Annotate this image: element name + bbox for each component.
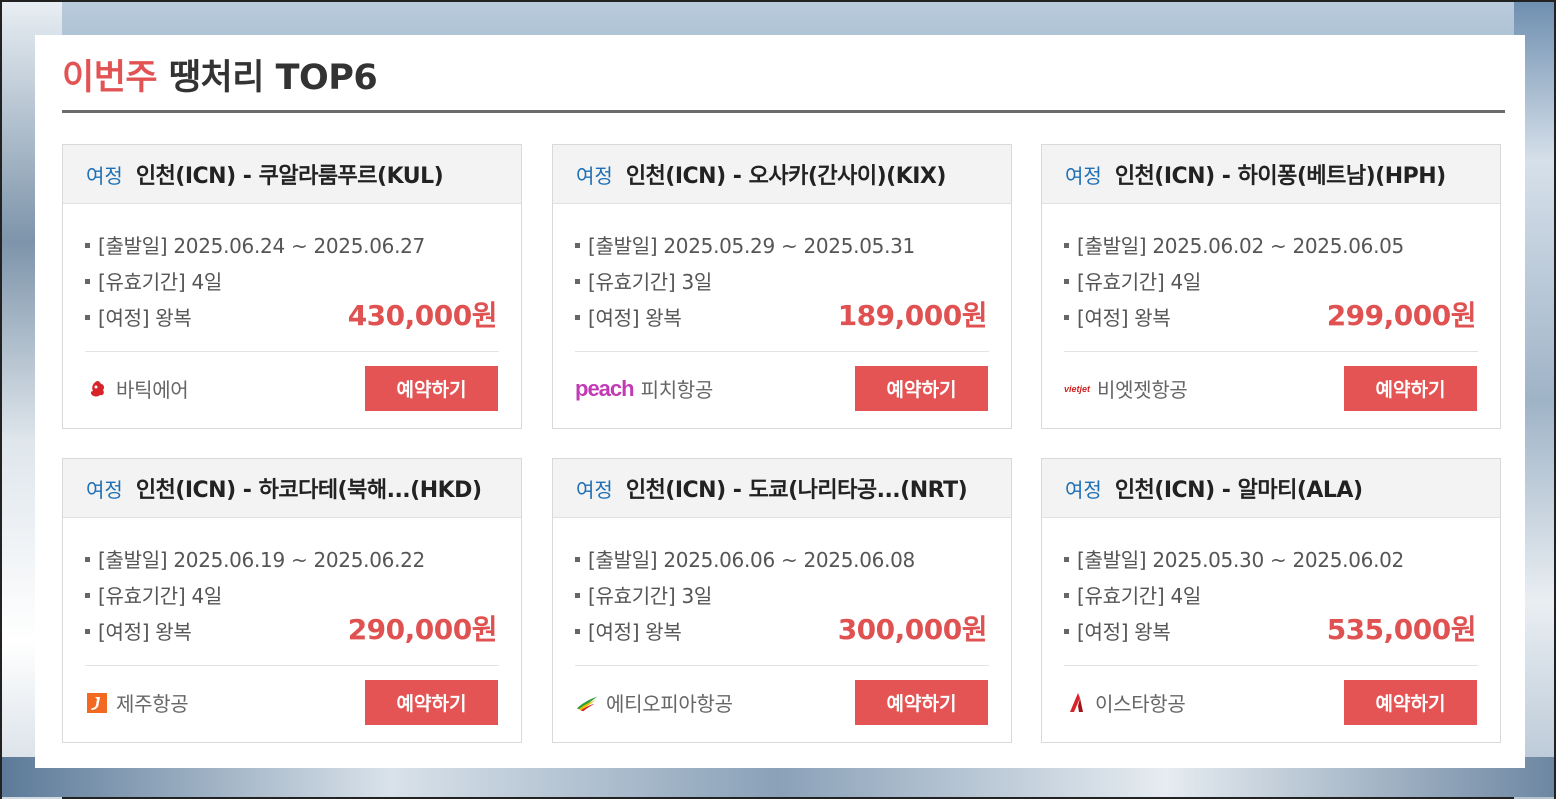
deal-card-header: 여정 인천(ICN) - 오사카(간사이)(KIX) bbox=[553, 145, 1011, 204]
card-divider bbox=[1064, 351, 1478, 352]
deals-panel: 이번주 땡처리 TOP6 여정 인천(ICN) - 쿠알라룸푸르(KUL) [출… bbox=[35, 35, 1525, 768]
airline-info: 제주항공 bbox=[85, 688, 189, 717]
section-title-rest: 땡처리 TOP6 bbox=[157, 58, 378, 98]
eastar-jet-logo-icon bbox=[1064, 691, 1088, 715]
jeju-air-logo-icon bbox=[85, 691, 109, 715]
deal-card-header: 여정 인천(ICN) - 하코다테(북해...(HKD) bbox=[63, 459, 521, 518]
airline-name: 이스타항공 bbox=[1095, 692, 1186, 716]
airline-info: 이스타항공 bbox=[1064, 688, 1186, 717]
deal-card-header: 여정 인천(ICN) - 알마티(ALA) bbox=[1042, 459, 1500, 518]
deal-tag: 여정 bbox=[1065, 477, 1102, 502]
deal-price: 189,000원 bbox=[837, 299, 988, 332]
deal-tag: 여정 bbox=[86, 477, 123, 502]
deal-card[interactable]: 여정 인천(ICN) - 하코다테(북해...(HKD) [출발일] 2025.… bbox=[62, 458, 522, 743]
book-button[interactable]: 예약하기 bbox=[1344, 680, 1477, 725]
airline-name: 비엣젯항공 bbox=[1097, 378, 1188, 402]
deal-route[interactable]: 인천(ICN) - 쿠알라룸푸르(KUL) bbox=[136, 158, 444, 190]
deal-card-header: 여정 인천(ICN) - 도쿄(나리타공...(NRT) bbox=[553, 459, 1011, 518]
card-divider bbox=[1064, 665, 1478, 666]
airline-info: peach 피치항공 bbox=[575, 374, 713, 403]
card-divider bbox=[85, 351, 499, 352]
airline-name: 제주항공 bbox=[116, 692, 189, 716]
deal-route[interactable]: 인천(ICN) - 하코다테(북해...(HKD) bbox=[136, 472, 482, 504]
deal-route[interactable]: 인천(ICN) - 하이퐁(베트남)(HPH) bbox=[1115, 158, 1446, 190]
deal-departure: [출발일] 2025.06.02 ~ 2025.06.05 bbox=[1064, 228, 1404, 264]
airline-name: 에티오피아항공 bbox=[606, 692, 733, 716]
book-button[interactable]: 예약하기 bbox=[365, 680, 498, 725]
card-divider bbox=[575, 665, 989, 666]
deal-departure: [출발일] 2025.05.29 ~ 2025.05.31 bbox=[575, 228, 915, 264]
section-title-accent: 이번주 bbox=[62, 58, 158, 98]
deal-price: 430,000원 bbox=[347, 299, 498, 332]
deal-tag: 여정 bbox=[576, 163, 613, 188]
deal-tag: 여정 bbox=[1065, 163, 1102, 188]
airline-info: 에티오피아항공 bbox=[575, 688, 733, 717]
deal-departure: [출발일] 2025.06.06 ~ 2025.06.08 bbox=[575, 542, 915, 578]
deal-departure: [출발일] 2025.06.19 ~ 2025.06.22 bbox=[85, 542, 425, 578]
deal-card[interactable]: 여정 인천(ICN) - 하이퐁(베트남)(HPH) [출발일] 2025.06… bbox=[1041, 144, 1501, 429]
deal-card[interactable]: 여정 인천(ICN) - 오사카(간사이)(KIX) [출발일] 2025.05… bbox=[552, 144, 1012, 429]
deal-card[interactable]: 여정 인천(ICN) - 쿠알라룸푸르(KUL) [출발일] 2025.06.2… bbox=[62, 144, 522, 429]
airline-name: 바틱에어 bbox=[116, 378, 189, 402]
card-divider bbox=[85, 665, 499, 666]
deal-route[interactable]: 인천(ICN) - 알마티(ALA) bbox=[1115, 472, 1363, 504]
deal-tag: 여정 bbox=[576, 477, 613, 502]
deal-departure: [출발일] 2025.05.30 ~ 2025.06.02 bbox=[1064, 542, 1404, 578]
airline-name: 피치항공 bbox=[640, 378, 714, 402]
book-button[interactable]: 예약하기 bbox=[855, 366, 988, 411]
airline-info: 바틱에어 bbox=[85, 374, 189, 403]
book-button[interactable]: 예약하기 bbox=[1344, 366, 1477, 411]
airline-info: vietjet 비엣젯항공 bbox=[1064, 374, 1188, 403]
deal-tag: 여정 bbox=[86, 163, 123, 188]
deal-departure: [출발일] 2025.06.24 ~ 2025.06.27 bbox=[85, 228, 425, 264]
deal-price: 535,000원 bbox=[1326, 613, 1477, 646]
deal-price: 299,000원 bbox=[1326, 299, 1477, 332]
deal-card[interactable]: 여정 인천(ICN) - 도쿄(나리타공...(NRT) [출발일] 2025.… bbox=[552, 458, 1012, 743]
section-title: 이번주 땡처리 TOP6 bbox=[62, 49, 378, 100]
deal-route[interactable]: 인천(ICN) - 오사카(간사이)(KIX) bbox=[626, 158, 947, 190]
deal-card-header: 여정 인천(ICN) - 쿠알라룸푸르(KUL) bbox=[63, 145, 521, 204]
ethiopian-airlines-logo-icon bbox=[575, 691, 599, 715]
book-button[interactable]: 예약하기 bbox=[365, 366, 498, 411]
vietjet-logo-icon: vietjet bbox=[1064, 383, 1091, 394]
deal-price: 290,000원 bbox=[347, 613, 498, 646]
deal-price: 300,000원 bbox=[837, 613, 988, 646]
deal-card[interactable]: 여정 인천(ICN) - 알마티(ALA) [출발일] 2025.05.30 ~… bbox=[1041, 458, 1501, 743]
book-button[interactable]: 예약하기 bbox=[855, 680, 988, 725]
title-divider bbox=[62, 110, 1505, 113]
card-divider bbox=[575, 351, 989, 352]
peach-logo-icon: peach bbox=[575, 375, 635, 401]
deal-card-header: 여정 인천(ICN) - 하이퐁(베트남)(HPH) bbox=[1042, 145, 1500, 204]
batik-air-logo-icon bbox=[85, 377, 109, 401]
deal-route[interactable]: 인천(ICN) - 도쿄(나리타공...(NRT) bbox=[626, 472, 968, 504]
